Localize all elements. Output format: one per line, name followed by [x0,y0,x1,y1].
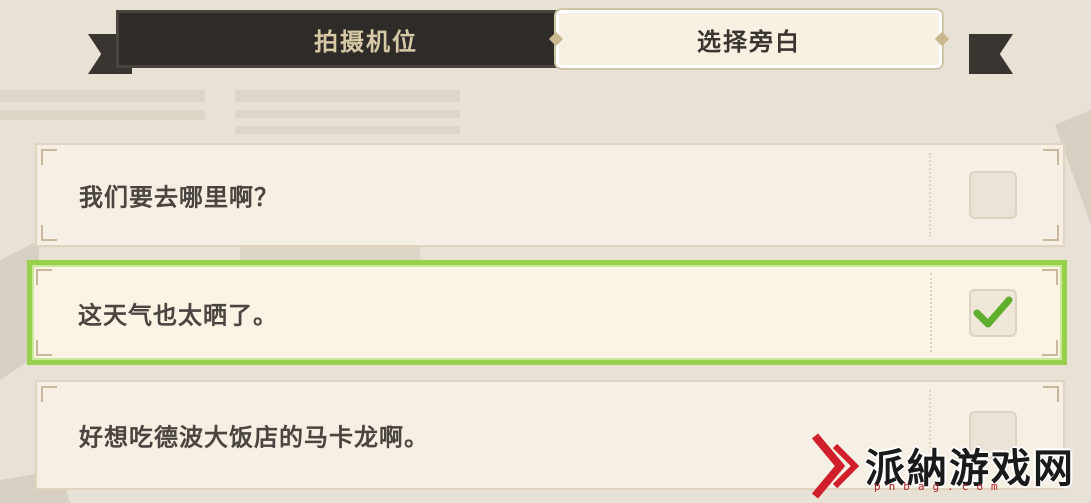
divider [929,153,931,237]
corner-ornament [36,340,52,356]
ribbon-right [969,34,1013,74]
option-checkbox[interactable] [969,288,1017,337]
corner-ornament [1043,225,1059,241]
corner-ornament [41,225,57,241]
option-text: 好想吃德波大饭店的马卡龙啊。 [79,423,429,452]
corner-ornament [41,149,57,165]
option-text: 这天气也太晒了。 [78,301,278,329]
site-watermark: 派納游戏网 pnbag.com [810,432,1091,503]
option-checkbox[interactable] [969,171,1017,219]
tab-choose-narration[interactable]: 选择旁白 [556,10,942,68]
tab-bar: 拍摄机位 选择旁白 [88,10,1013,74]
narration-option-2[interactable]: 这天气也太晒了。 [27,260,1067,365]
corner-ornament [1043,386,1059,402]
tab-choose-narration-label: 选择旁白 [697,27,801,56]
tab-camera-position-label: 拍摄机位 [314,27,418,56]
watermark-logo-icon [811,433,860,499]
corner-ornament [36,269,52,285]
corner-ornament [1042,340,1058,356]
corner-ornament [1042,269,1058,285]
option-text: 我们要去哪里啊？ [79,183,279,212]
corner-ornament [41,386,57,402]
narration-option-1[interactable]: 我们要去哪里啊？ [35,143,1065,247]
tab-camera-position[interactable]: 拍摄机位 [116,10,616,68]
corner-ornament [1043,149,1059,165]
checkmark-icon [973,296,1013,327]
watermark-url: pnbag.com [874,480,1006,493]
divider [930,273,932,352]
